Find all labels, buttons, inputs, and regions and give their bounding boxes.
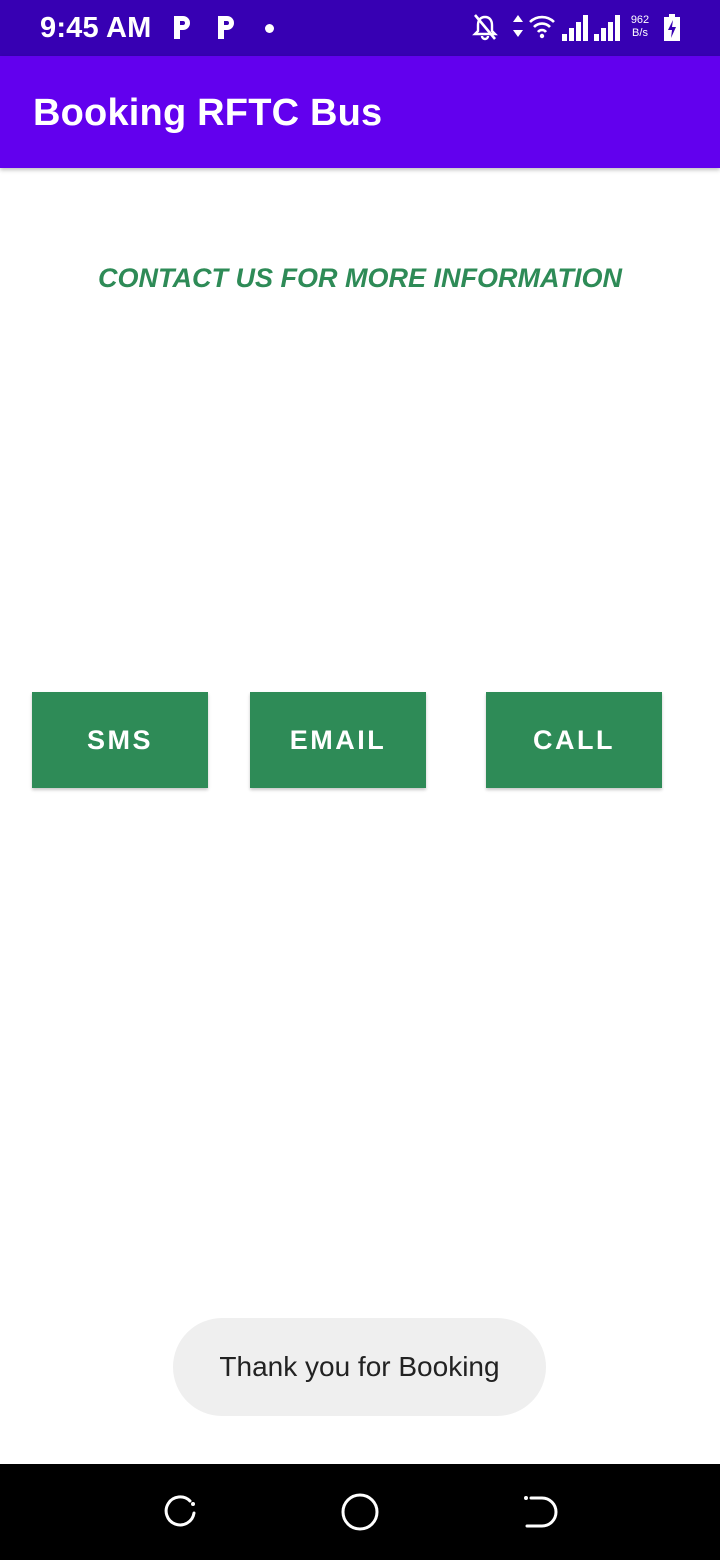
net-speed: 962 B/s: [627, 14, 653, 40]
signal-icon: [562, 15, 588, 41]
email-button[interactable]: EMAIL: [250, 692, 426, 788]
dot-icon: [265, 24, 274, 33]
parking-icon: [174, 16, 190, 39]
wifi-icon: [529, 15, 555, 39]
app-bar: Booking RFTC Bus: [0, 56, 720, 168]
net-speed-value: 962: [630, 14, 650, 26]
nav-bar: [0, 1464, 720, 1560]
status-bar: 9:45 AM 962 B/s: [0, 0, 720, 56]
parking-icon: [218, 16, 234, 39]
app-title: Booking RFTC Bus: [33, 92, 383, 134]
home-icon[interactable]: [340, 1492, 380, 1532]
call-button[interactable]: CALL: [486, 692, 662, 788]
sms-button[interactable]: SMS: [32, 692, 208, 788]
recents-icon[interactable]: [160, 1492, 200, 1532]
data-arrows-icon: [513, 15, 523, 37]
back-icon[interactable]: [520, 1492, 560, 1532]
bell-off-icon: [472, 14, 498, 41]
net-speed-unit: B/s: [632, 27, 648, 39]
contact-heading: CONTACT US FOR MORE INFORMATION: [98, 263, 622, 293]
battery-charging-icon: [664, 14, 680, 41]
signal-icon: [594, 15, 620, 41]
status-time: 9:45 AM: [40, 12, 152, 44]
toast-message: Thank you for Booking: [173, 1318, 546, 1416]
